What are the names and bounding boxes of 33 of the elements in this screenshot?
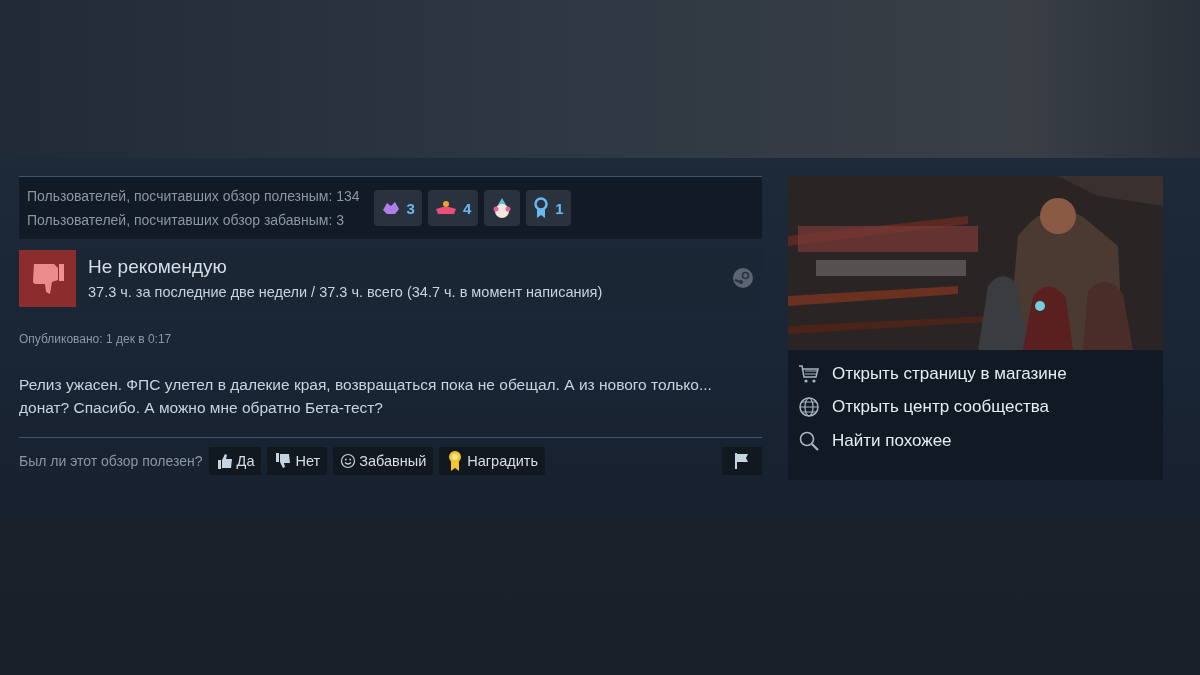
no-vote-button[interactable]: Нет xyxy=(267,447,328,475)
review-verdict: Не рекомендую xyxy=(88,256,228,278)
helpful-count: Пользователей, посчитавших обзор полезным: 134 xyxy=(27,188,360,204)
award-badge[interactable]: 4 xyxy=(427,190,479,226)
award-badge[interactable]: 1 xyxy=(526,190,571,226)
thumbs-up-icon xyxy=(215,452,234,470)
platform-icon xyxy=(732,267,754,289)
smiley-icon xyxy=(340,453,357,469)
cart-icon xyxy=(798,364,820,384)
award-badge[interactable]: 3 xyxy=(373,190,422,226)
game-link[interactable]: Открыть страницу в магазине xyxy=(798,364,1153,384)
award-badge[interactable] xyxy=(484,190,521,226)
handshake-icon xyxy=(434,200,457,216)
award-vote-button[interactable]: Наградить xyxy=(439,447,545,475)
funny-count: Пользователей, посчитавших обзор забавным: 3 xyxy=(27,212,346,228)
game-link[interactable]: Открыть центр сообщества xyxy=(798,396,1153,418)
ribbon-icon xyxy=(533,197,550,219)
flag-icon xyxy=(733,452,751,470)
yes-vote-button[interactable]: Да xyxy=(208,447,262,475)
award-count: 3 xyxy=(406,199,415,217)
award-count: 4 xyxy=(462,199,472,217)
award-count: 1 xyxy=(555,199,564,217)
search-icon xyxy=(798,430,820,452)
game-link[interactable]: Найти похожее xyxy=(798,430,1153,452)
crystal-icon xyxy=(380,200,401,216)
thumbs-down-icon xyxy=(274,452,293,470)
funny-vote-button[interactable]: Забавный xyxy=(333,447,434,475)
report-button[interactable] xyxy=(722,447,762,475)
helpful-question: Был ли этот обзор полезен? xyxy=(19,453,203,469)
posted-date: Опубликовано: 1 дек в 0:17 xyxy=(19,332,173,346)
globe-icon xyxy=(798,396,820,418)
review-text: Релиз ужасен. ФПС улетел в далекие края, возвращаться пока не обещал. А из нового только... донат? Спасибо. А можно мне обратно Бета-тест? xyxy=(19,375,713,418)
playtime-text: 37.3 ч. за последние две недели / 37.3 ч. всего (34.7 ч. в момент написания) xyxy=(88,284,604,300)
